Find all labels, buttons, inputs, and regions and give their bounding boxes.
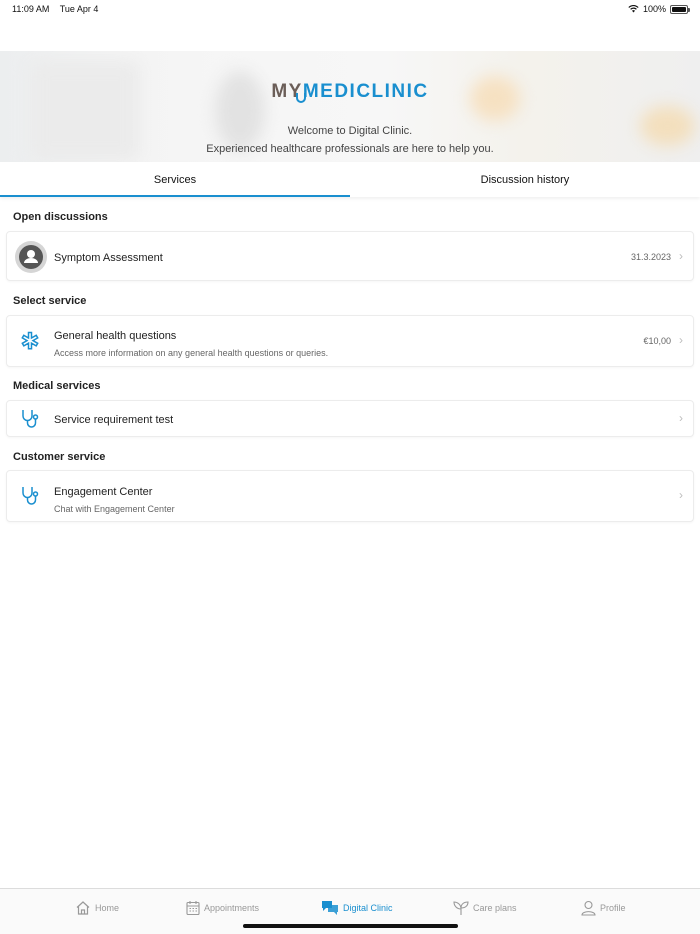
home-icon xyxy=(76,901,90,915)
nav-care-plans[interactable]: Care plans xyxy=(453,900,517,916)
service-price: €10,00 xyxy=(643,336,671,346)
service-title: Engagement Center xyxy=(54,486,153,498)
section-open-discussions: Open discussions xyxy=(13,211,108,223)
chevron-right-icon: › xyxy=(679,488,683,502)
service-item-general-health[interactable]: General health questions Access more inf… xyxy=(6,315,694,367)
avatar-icon xyxy=(15,241,47,278)
wifi-icon xyxy=(628,5,639,13)
stethoscope-icon xyxy=(20,408,42,435)
medical-star-icon xyxy=(20,331,40,356)
hero-subtitle: Experienced healthcare professionals are… xyxy=(206,143,494,155)
status-bar: 11:09 AM Tue Apr 4 100% xyxy=(0,0,700,18)
tab-bar: Services Discussion history xyxy=(0,162,700,197)
nav-appointments[interactable]: Appointments xyxy=(186,900,259,916)
section-medical-services: Medical services xyxy=(13,380,101,392)
chevron-right-icon: › xyxy=(679,249,683,263)
welcome-text: Welcome to Digital Clinic. xyxy=(287,125,413,137)
mymediclinic-logo: MYMEDICLINIC xyxy=(271,81,429,102)
calendar-icon xyxy=(186,901,200,916)
service-subtitle: Access more information on any general h… xyxy=(54,348,329,358)
service-title: General health questions xyxy=(54,330,177,342)
nav-profile[interactable]: Profile xyxy=(581,900,626,916)
section-select-service: Select service xyxy=(13,295,87,307)
discussion-date: 31.3.2023 xyxy=(630,252,671,262)
hero-banner: MYMEDICLINIC Welcome to Digital Clinic. … xyxy=(0,51,700,162)
status-time: 11:09 AM xyxy=(12,4,50,14)
leaf-icon xyxy=(453,901,469,915)
service-subtitle: Chat with Engagement Center xyxy=(54,504,175,514)
logo-stethoscope-mark xyxy=(296,93,306,103)
chevron-right-icon: › xyxy=(679,411,683,425)
tab-discussion-history[interactable]: Discussion history xyxy=(350,162,700,197)
home-indicator[interactable] xyxy=(243,924,458,928)
nav-home[interactable]: Home xyxy=(75,900,119,916)
chevron-right-icon: › xyxy=(679,333,683,347)
service-item-requirement-test[interactable]: Service requirement test › xyxy=(6,400,694,437)
status-date: Tue Apr 4 xyxy=(59,4,99,14)
battery-percent: 100% xyxy=(642,4,666,14)
service-item-engagement-center[interactable]: Engagement Center Chat with Engagement C… xyxy=(6,470,694,522)
discussion-title: Symptom Assessment xyxy=(54,252,163,264)
stethoscope-icon xyxy=(20,485,42,512)
discussion-item-symptom-assessment[interactable]: Symptom Assessment 31.3.2023 › xyxy=(6,231,694,281)
chat-icon xyxy=(322,901,338,915)
section-customer-service: Customer service xyxy=(13,451,106,463)
nav-digital-clinic[interactable]: Digital Clinic xyxy=(321,900,393,915)
person-icon xyxy=(581,900,596,916)
service-title: Service requirement test xyxy=(54,414,174,426)
tab-services[interactable]: Services xyxy=(0,162,350,197)
battery-icon xyxy=(670,4,690,14)
